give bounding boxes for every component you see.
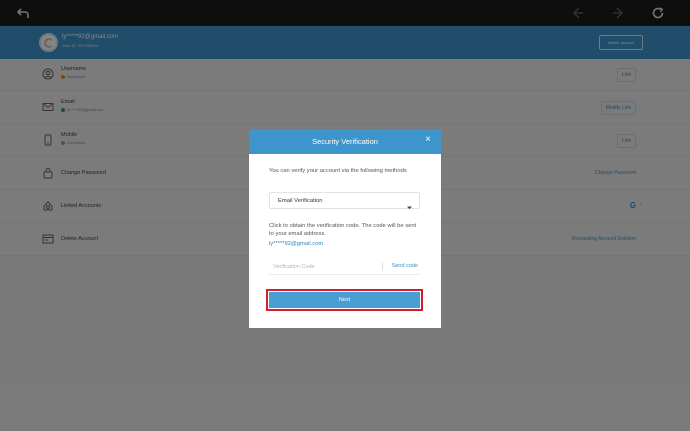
dialog-header: Security Verification × [249, 129, 441, 154]
next-button[interactable]: Next [266, 289, 423, 311]
verification-code-input[interactable] [269, 259, 379, 274]
verification-code-field: Send code [269, 259, 420, 275]
security-verification-dialog: Security Verification × You can verify y… [249, 129, 441, 328]
chevron-down-icon [406, 198, 413, 210]
code-info-text: Click to obtain the verification code. T… [269, 223, 417, 237]
close-icon[interactable]: × [425, 135, 431, 145]
send-code-button[interactable]: Send code [392, 263, 418, 269]
selected-method: Email Verification [278, 198, 323, 204]
target-email: ly*****92@gmail.com [269, 241, 324, 247]
field-divider [382, 263, 383, 271]
dialog-description: You can verify your account via the foll… [269, 168, 407, 174]
verification-method-select[interactable]: Email Verification [269, 192, 420, 210]
dialog-title: Security Verification [312, 137, 378, 146]
